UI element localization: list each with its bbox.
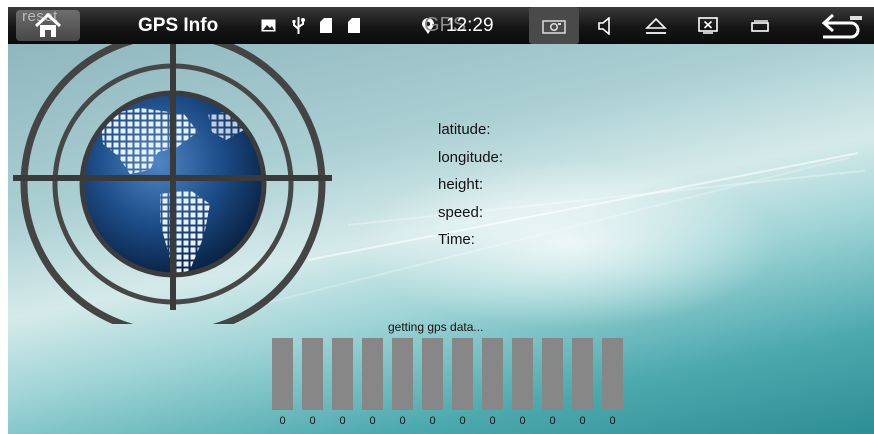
signal-value: 0 (579, 415, 586, 427)
signal-value: 0 (549, 415, 556, 427)
screen-off-icon (698, 17, 718, 34)
latitude-label: latitude: (438, 121, 491, 138)
home-icon (34, 12, 62, 37)
signal-bar (512, 338, 533, 410)
gps-panel: latitude: longitude: height: speed: Time… (8, 44, 874, 434)
usb-icon (291, 7, 305, 44)
camera-button[interactable] (529, 7, 579, 44)
gps-info-list: latitude: longitude: height: speed: Time… (438, 116, 503, 254)
screen: reset GPS Info GPS 12:29 latitude: longi… (8, 7, 874, 434)
status-message: getting gps data... (388, 320, 484, 334)
volume-button[interactable] (594, 7, 616, 44)
screen-off-button[interactable] (696, 7, 720, 44)
signal-value: 0 (309, 415, 316, 427)
signal-value: 0 (339, 415, 346, 427)
image-icon (260, 7, 276, 44)
signal-value: 0 (609, 415, 616, 427)
time-label: Time: (438, 231, 475, 248)
status-bar: reset GPS Info GPS 12:29 (8, 7, 874, 44)
height-label: height: (438, 176, 484, 193)
signal-bar (572, 338, 593, 410)
signal-value: 0 (519, 415, 526, 427)
back-button[interactable] (814, 7, 866, 44)
signal-bar (392, 338, 413, 410)
signal-value: 0 (279, 415, 286, 427)
signal-value: 0 (369, 415, 376, 427)
clock: 12:29 (446, 14, 494, 36)
app-title: GPS Info (138, 14, 219, 36)
globe-target-graphic (13, 44, 332, 324)
signal-bar (302, 338, 323, 410)
signal-bar (422, 338, 443, 410)
recent-apps-button[interactable] (749, 7, 771, 44)
sd-card-icon (319, 7, 333, 44)
signal-value: 0 (429, 415, 436, 427)
signal-bar (602, 338, 623, 410)
signal-bar (452, 338, 473, 410)
signal-bar (362, 338, 383, 410)
signal-value: 0 (489, 415, 496, 427)
signal-bar (332, 338, 353, 410)
recent-apps-icon (751, 19, 769, 32)
eject-icon (645, 17, 667, 34)
sd-card-icon (347, 7, 361, 44)
eject-button[interactable] (643, 7, 669, 44)
light-streak (307, 152, 858, 261)
signal-bar (272, 338, 293, 410)
speed-label: speed: (438, 203, 484, 221)
longitude-label: longitude: (438, 148, 504, 166)
signal-value: 0 (399, 415, 406, 427)
camera-icon (542, 19, 566, 34)
home-button[interactable]: reset (16, 8, 80, 41)
light-streak (257, 156, 851, 306)
signal-bar (482, 338, 503, 410)
volume-icon (598, 16, 610, 35)
signal-value: 0 (459, 415, 466, 427)
signal-bar (542, 338, 563, 410)
back-arrow-icon (821, 13, 862, 38)
